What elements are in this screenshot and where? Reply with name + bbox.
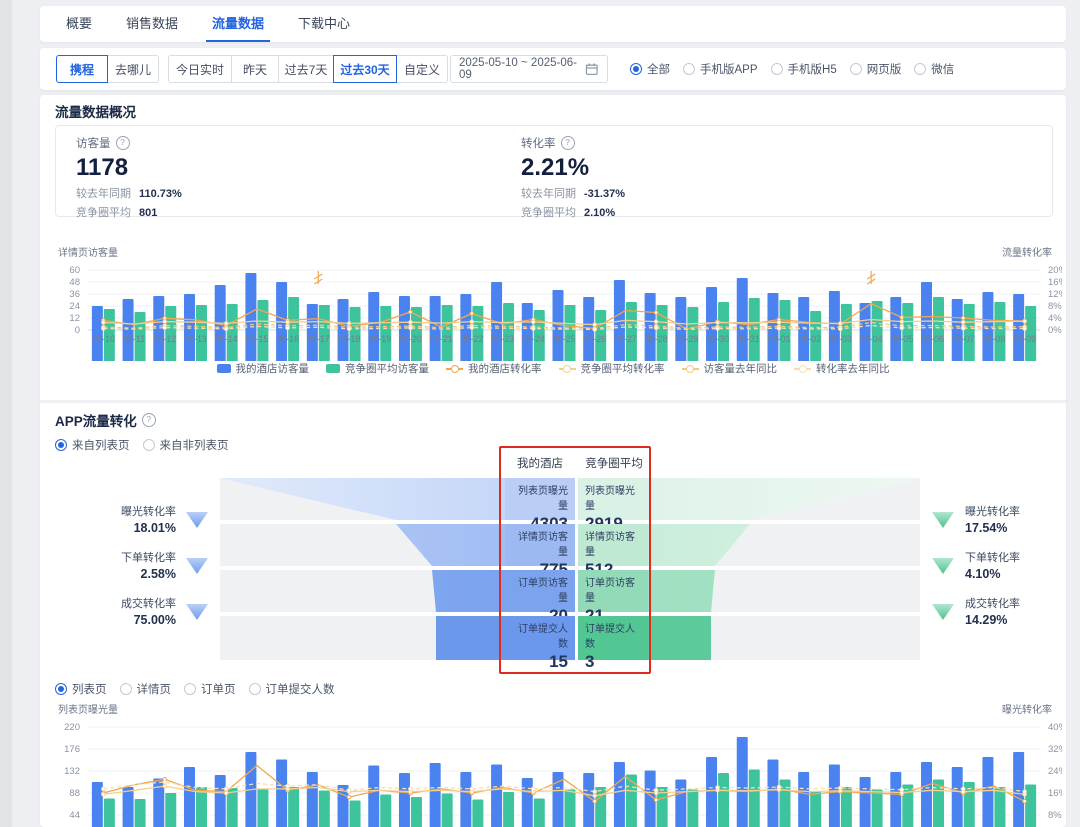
stat-conversion: 转化率? 2.21% 较去年同期 -31.37% 竞争圈平均 2.10%: [521, 135, 625, 220]
date-range-value: 2025-05-10 ~ 2025-06-09: [459, 57, 585, 81]
period-button-3[interactable]: 过去30天: [333, 55, 397, 83]
radio-icon: [55, 683, 67, 695]
tab-0[interactable]: 概要: [66, 6, 92, 42]
comp-label: 竞争圈平均: [521, 207, 576, 219]
platform-radio-1[interactable]: 手机版APP: [683, 61, 758, 77]
radio-icon: [249, 683, 261, 695]
comp-value: 801: [139, 207, 157, 219]
yoy-label: 较去年同期: [76, 188, 131, 200]
right-metric-2: 成交转化率14.29%: [965, 596, 1075, 628]
stat-visitors-label: 访客量: [76, 135, 111, 151]
calendar-icon: [585, 62, 599, 76]
legend-item-4[interactable]: 访客量去年同比: [682, 361, 778, 376]
source-radio-1[interactable]: 来自非列表页: [143, 437, 229, 453]
stat-conversion-value: 2.21%: [521, 154, 625, 182]
source-radio-0[interactable]: 来自列表页: [55, 437, 130, 453]
radio-icon: [683, 63, 695, 75]
period-switch: 今日实时昨天过去7天过去30天自定义: [168, 55, 448, 83]
channel-switch: 携程去哪儿: [56, 55, 159, 83]
period-button-4[interactable]: 自定义: [396, 55, 448, 83]
radio-icon: [55, 439, 67, 451]
left-metric-1: 下单转化率2.58%: [76, 550, 176, 582]
platform-radio-0[interactable]: 全部: [630, 61, 670, 77]
right-metric-1: 下单转化率4.10%: [965, 550, 1075, 582]
legend-line-swatch: [446, 364, 463, 373]
down-arrow-icon: [184, 510, 210, 530]
period-button-0[interactable]: 今日实时: [168, 55, 232, 83]
down-arrow-icon: [930, 602, 956, 622]
channel-button-1[interactable]: 去哪儿: [107, 55, 159, 83]
legend-item-0[interactable]: 我的酒店访客量: [217, 361, 310, 376]
legend-swatch: [326, 364, 340, 373]
stat-visitors-value: 1178: [76, 154, 182, 182]
yoy-value: -31.37%: [584, 188, 625, 200]
section-title-app-conversion: APP流量转化?: [55, 410, 156, 430]
radio-icon: [914, 63, 926, 75]
down-arrow-icon: [184, 556, 210, 576]
down-arrow-icon: [930, 556, 956, 576]
down-arrow-icon: [930, 510, 956, 530]
tab-3[interactable]: 下载中心: [298, 6, 350, 42]
tab-1[interactable]: 销售数据: [126, 6, 178, 42]
legend-swatch: [217, 364, 231, 373]
tab-bar: 概要销售数据流量数据下载中心: [40, 6, 1066, 42]
left-metric-2: 成交转化率75.00%: [76, 596, 176, 628]
legend-line-swatch: [682, 364, 699, 373]
legend-item-5[interactable]: 转化率去年同比: [794, 361, 890, 376]
yoy-label: 较去年同期: [521, 188, 576, 200]
left-metric-0: 曝光转化率18.01%: [76, 504, 176, 536]
page-radio-group: 列表页详情页订单页订单提交人数: [55, 681, 348, 697]
page-radio-1[interactable]: 详情页: [120, 681, 172, 697]
stat-visitors: 访客量? 1178 较去年同期 110.73% 竞争圈平均 801: [76, 135, 182, 220]
legend-item-3[interactable]: 竞争圈平均转化率: [559, 361, 665, 376]
overview-stats-box: 访客量? 1178 较去年同期 110.73% 竞争圈平均 801 转化率? 2.2…: [55, 125, 1053, 217]
platform-radio-2[interactable]: 手机版H5: [771, 61, 837, 77]
down-arrow-icon: [184, 602, 210, 622]
stat-conversion-label: 转化率: [521, 135, 556, 151]
legend-item-2[interactable]: 我的酒店转化率: [446, 361, 542, 376]
radio-icon: [143, 439, 155, 451]
filter-bar: 携程去哪儿 今日实时昨天过去7天过去30天自定义 2025-05-10 ~ 20…: [40, 48, 1066, 90]
radio-icon: [184, 683, 196, 695]
period-button-2[interactable]: 过去7天: [278, 55, 334, 83]
section-title-overview: 流量数据概况: [55, 101, 136, 121]
platform-radio-4[interactable]: 微信: [914, 61, 954, 77]
period-button-1[interactable]: 昨天: [231, 55, 279, 83]
help-icon[interactable]: ?: [142, 413, 156, 427]
tab-2[interactable]: 流量数据: [212, 6, 264, 42]
radio-icon: [120, 683, 132, 695]
legend-line-swatch: [794, 364, 811, 373]
highlight-box: [499, 446, 651, 674]
comp-value: 2.10%: [584, 207, 615, 219]
legend-item-1[interactable]: 竞争圈平均访客量: [326, 361, 429, 376]
platform-radio-group: 全部手机版APP 手机版H5 网页版微信: [630, 48, 967, 90]
date-range-picker[interactable]: 2025-05-10 ~ 2025-06-09: [450, 55, 608, 83]
radio-icon: [850, 63, 862, 75]
traffic-chart-legend: 我的酒店访客量 竞争圈平均访客量 我的酒店转化率 竞争圈平均转化率 访客量去年同比 转化率…: [40, 361, 1066, 376]
platform-radio-3[interactable]: 网页版: [850, 61, 902, 77]
comp-label: 竞争圈平均: [76, 207, 131, 219]
page-radio-2[interactable]: 订单页: [184, 681, 236, 697]
legend-line-swatch: [559, 364, 576, 373]
channel-button-0[interactable]: 携程: [56, 55, 108, 83]
page-edge-strip: [0, 0, 12, 827]
help-icon[interactable]: ?: [561, 136, 575, 150]
help-icon[interactable]: ?: [116, 136, 130, 150]
radio-icon: [630, 63, 642, 75]
page-radio-0[interactable]: 列表页: [55, 681, 107, 697]
page-radio-3[interactable]: 订单提交人数: [249, 681, 335, 697]
yoy-value: 110.73%: [139, 188, 182, 200]
traffic-data-dashboard: 概要销售数据流量数据下载中心 携程去哪儿 今日实时昨天过去7天过去30天自定义 …: [0, 0, 1080, 827]
section-divider: [40, 400, 1066, 403]
right-metric-0: 曝光转化率17.54%: [965, 504, 1075, 536]
radio-icon: [771, 63, 783, 75]
source-radio-group: 来自列表页来自非列表页: [55, 437, 242, 453]
